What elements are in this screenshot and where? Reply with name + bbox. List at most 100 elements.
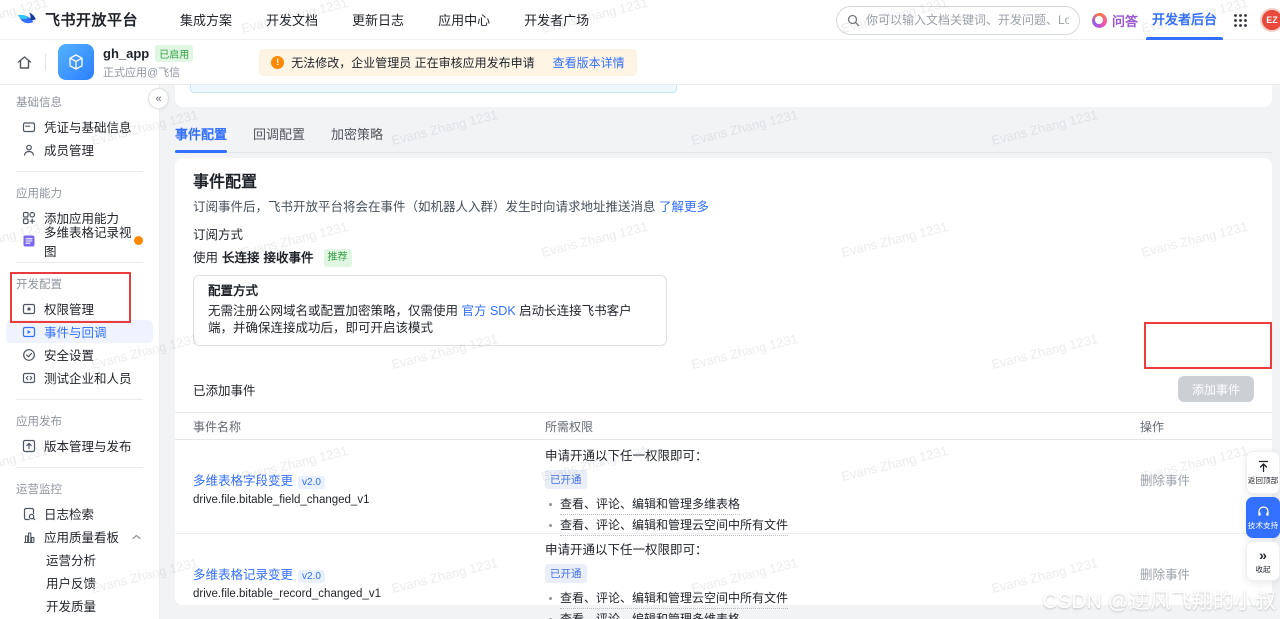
- sidebar-item-credentials[interactable]: 凭证与基础信息: [6, 115, 153, 138]
- section-ops-monitoring: 运营监控: [16, 484, 62, 496]
- sidebar-item-log-search[interactable]: 日志检索: [6, 502, 153, 525]
- config-mode-title: 配置方式: [208, 284, 259, 298]
- sidebar-item-user-feedback[interactable]: 用户反馈: [6, 571, 153, 594]
- sidebar-item-events-callbacks[interactable]: 事件与回调: [6, 320, 153, 343]
- app-subtitle: 正式应用@飞信: [103, 66, 181, 79]
- credential-icon: [22, 120, 36, 134]
- tech-support-button[interactable]: 技术支持: [1246, 497, 1280, 538]
- home-icon[interactable]: [16, 54, 33, 71]
- perm-text[interactable]: 查看、评论、编辑和管理多维表格: [560, 494, 741, 515]
- app-status-badge: 已启用: [155, 44, 194, 62]
- tab-encryption-strategy[interactable]: 加密策略: [331, 120, 383, 152]
- headset-icon: [1257, 505, 1270, 518]
- menu-app-center[interactable]: 应用中心: [438, 10, 490, 29]
- scrolled-input-remnant: [190, 85, 677, 93]
- official-sdk-link[interactable]: 官方 SDK: [462, 304, 516, 318]
- sidebar-item-dev-quality[interactable]: 开发质量: [6, 594, 153, 617]
- sidebar-item-version-release[interactable]: 版本管理与发布: [6, 434, 153, 457]
- sidebar-item-members[interactable]: 成员管理: [6, 138, 153, 161]
- warning-icon: !: [271, 55, 285, 69]
- tech-support-label: 技术支持: [1247, 520, 1279, 530]
- menu-docs[interactable]: 开发文档: [266, 10, 318, 29]
- user-avatar[interactable]: EZ: [1260, 8, 1280, 32]
- perm-item: 查看、评论、编辑和管理多维表格: [545, 609, 1140, 619]
- menu-dev-marketplace[interactable]: 开发者广场: [524, 10, 589, 29]
- divider: [16, 171, 143, 172]
- notification-dot: [134, 236, 143, 245]
- event-config-card: 事件配置 订阅事件后，飞书开放平台将会在事件（如机器人入群）发生时向请求地址推送…: [175, 158, 1272, 619]
- sidebar-item-label: 版本管理与发布: [44, 440, 132, 454]
- perm-item: 查看、评论、编辑和管理多维表格: [545, 494, 1140, 515]
- feishu-logo[interactable]: 飞书开放平台: [16, 9, 138, 31]
- event-callback-icon: [22, 325, 36, 339]
- sidebar-item-permissions[interactable]: 权限管理: [6, 297, 153, 320]
- divider: [16, 399, 143, 400]
- app-name: gh_app: [103, 45, 150, 61]
- config-tabs: 事件配置 回调配置 加密策略: [175, 120, 1272, 153]
- sidebar-item-test-org[interactable]: 测试企业和人员: [6, 366, 153, 389]
- perm-list: 查看、评论、编辑和管理多维表格 查看、评论、编辑和管理云空间中所有文件: [545, 494, 1140, 536]
- learn-more-link[interactable]: 了解更多: [659, 200, 709, 214]
- perm-text[interactable]: 查看、评论、编辑和管理云空间中所有文件: [560, 515, 789, 536]
- perm-list: 查看、评论、编辑和管理云空间中所有文件 查看、评论、编辑和管理多维表格: [545, 588, 1140, 619]
- sidebar-item-label: 日志检索: [44, 508, 95, 522]
- log-search-icon: [22, 507, 36, 521]
- developer-console-link[interactable]: 开发者后台: [1145, 0, 1223, 40]
- delete-event-button[interactable]: 删除事件: [1140, 568, 1190, 582]
- collapse-panel-button[interactable]: » 收起: [1246, 541, 1280, 581]
- sidebar-item-label: 用户反馈: [46, 577, 97, 591]
- perm-text[interactable]: 查看、评论、编辑和管理云空间中所有文件: [560, 588, 789, 609]
- description-text: 订阅事件后，飞书开放平台将会在事件（如机器人入群）发生时向请求地址推送消息: [193, 200, 656, 214]
- config-text-part1: 无需注册公网域名或配置加密策略，仅需使用: [208, 304, 459, 318]
- qa-label: 问答: [1111, 13, 1138, 29]
- tab-callback-config[interactable]: 回调配置: [253, 120, 305, 152]
- version-detail-link[interactable]: 查看版本详情: [553, 54, 625, 71]
- top-menu: 集成方案 开发文档 更新日志 应用中心 开发者广场: [180, 10, 589, 29]
- qa-entry[interactable]: 问答: [1091, 11, 1138, 30]
- menu-changelog[interactable]: 更新日志: [352, 10, 404, 29]
- bitable-icon: [22, 234, 36, 248]
- apps-grid-icon[interactable]: [1233, 13, 1248, 28]
- sidebar-item-label: 开发质量: [46, 600, 97, 614]
- global-search[interactable]: [835, 5, 1080, 35]
- sidebar: 基础信息 凭证与基础信息 成员管理 应用能力 添加应用能力 多维表格记录视图 开…: [0, 85, 160, 619]
- developer-console-label: 开发者后台: [1151, 12, 1217, 27]
- col-event-name: 事件名称: [193, 419, 242, 434]
- top-navigation: 飞书开放平台 集成方案 开发文档 更新日志 应用中心 开发者广场 问答 开发者后…: [0, 0, 1280, 40]
- search-input[interactable]: [865, 13, 1069, 27]
- subscribe-mode-label: 订阅方式: [193, 228, 244, 242]
- section-dev-config: 开发配置: [16, 279, 62, 291]
- collapse-panel-label: 收起: [1255, 564, 1271, 574]
- scrolled-card-remnant: [175, 85, 1272, 107]
- subscribe-mode-value: 长连接: [222, 251, 260, 265]
- sidebar-collapse-button[interactable]: «: [148, 88, 169, 109]
- sidebar-item-label: 权限管理: [44, 303, 95, 317]
- sidebar-item-quality-dashboard[interactable]: 应用质量看板: [6, 525, 153, 548]
- subscribe-mode-line: 使用 长连接 接收事件 推荐: [193, 249, 1254, 267]
- chevron-up-icon[interactable]: [132, 534, 141, 540]
- section-app-release: 应用发布: [16, 416, 62, 428]
- menu-integration[interactable]: 集成方案: [180, 10, 232, 29]
- perm-status-badge: 已开通: [545, 564, 587, 583]
- back-to-top-button[interactable]: 返回顶部: [1246, 451, 1280, 494]
- sidebar-item-ops-analysis[interactable]: 运营分析: [6, 548, 153, 571]
- section-basic-info: 基础信息: [16, 97, 62, 109]
- sidebar-item-label: 凭证与基础信息: [44, 121, 132, 135]
- tab-event-config[interactable]: 事件配置: [175, 120, 228, 153]
- subscribe-prefix: 使用: [193, 251, 219, 265]
- table-header: 事件名称 所需权限 操作: [175, 412, 1272, 440]
- event-name-link[interactable]: 多维表格记录变更: [193, 568, 293, 582]
- delete-event-button[interactable]: 删除事件: [1140, 474, 1190, 488]
- sidebar-item-bitable-view[interactable]: 多维表格记录视图: [6, 226, 153, 259]
- subscribe-suffix: 接收事件: [263, 251, 314, 265]
- perm-intro: 申请开通以下任一权限即可：: [545, 449, 708, 463]
- recommend-badge: 推荐: [323, 249, 352, 267]
- sidebar-item-label: 多维表格记录视图: [44, 225, 132, 259]
- sidebar-item-security[interactable]: 安全设置: [6, 343, 153, 366]
- page-description: 订阅事件后，飞书开放平台将会在事件（如机器人入群）发生时向请求地址推送消息 了解…: [193, 198, 1254, 216]
- quality-dashboard-icon: [22, 530, 36, 544]
- event-name-link[interactable]: 多维表格字段变更: [193, 474, 293, 488]
- add-event-button[interactable]: 添加事件: [1178, 376, 1254, 402]
- perm-text[interactable]: 查看、评论、编辑和管理多维表格: [560, 609, 740, 619]
- table-row: 多维表格字段变更 v2.0 drive.file.bitable_field_ch…: [175, 440, 1272, 536]
